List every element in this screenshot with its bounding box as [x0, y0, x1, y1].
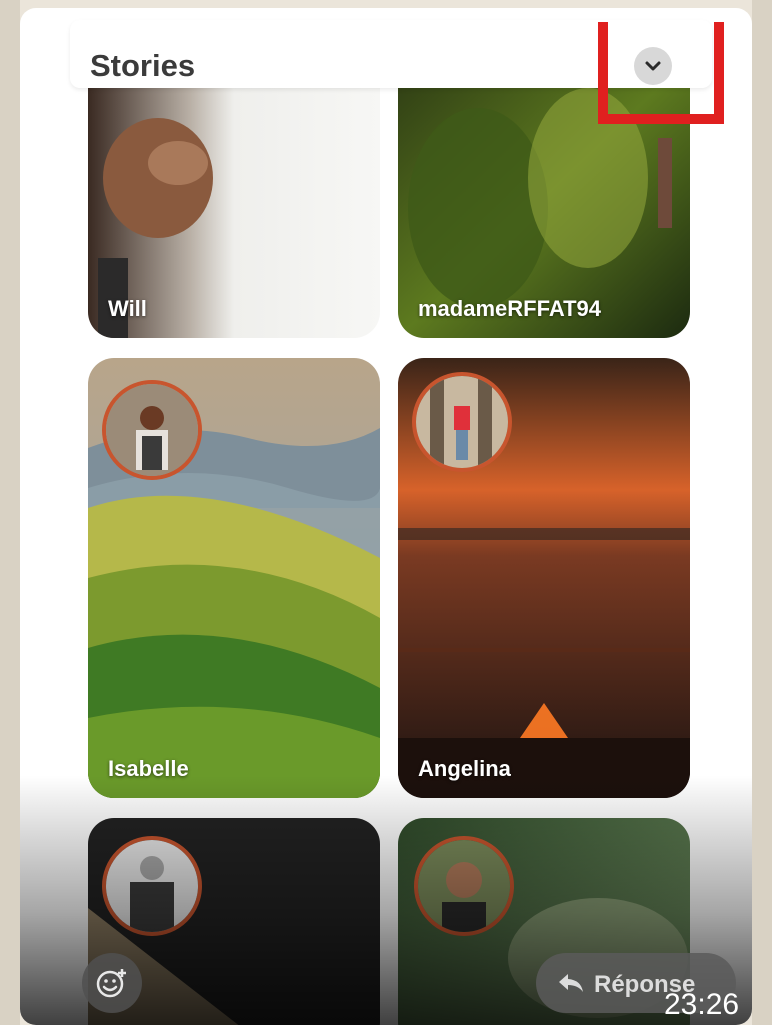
story-card-angelina[interactable]: Angelina [398, 358, 690, 798]
avatar-photo [106, 840, 198, 932]
avatar-photo [416, 376, 508, 468]
emoji-plus-icon [96, 969, 126, 998]
chat-wallpaper-right [752, 0, 772, 1025]
story-name: madameRFFAT94 [418, 296, 601, 321]
avatar-photo [106, 384, 198, 476]
annotation-highlight [598, 22, 724, 124]
chat-wallpaper-left [0, 0, 20, 1025]
story-name: Will [108, 296, 147, 321]
story-card-isabelle[interactable]: Isabelle [88, 358, 380, 798]
message-bubble: Will madameRFFAT94 Isabelle Angelina Sto… [20, 8, 752, 1025]
story-name: Isabelle [108, 756, 189, 781]
add-reaction-button[interactable] [82, 953, 142, 1013]
story-name: Angelina [418, 756, 511, 781]
story-avatar [102, 380, 202, 480]
reply-arrow-icon [559, 974, 583, 992]
story-avatar [414, 836, 514, 936]
story-avatar [102, 836, 202, 936]
avatar-photo [418, 840, 510, 932]
chat-background: Will madameRFFAT94 Isabelle Angelina Sto… [0, 0, 772, 1025]
message-time: 23:26 [664, 988, 740, 1021]
stories-title: Stories [90, 48, 196, 83]
story-card-will[interactable]: Will [88, 58, 380, 338]
story-avatar [412, 372, 512, 472]
